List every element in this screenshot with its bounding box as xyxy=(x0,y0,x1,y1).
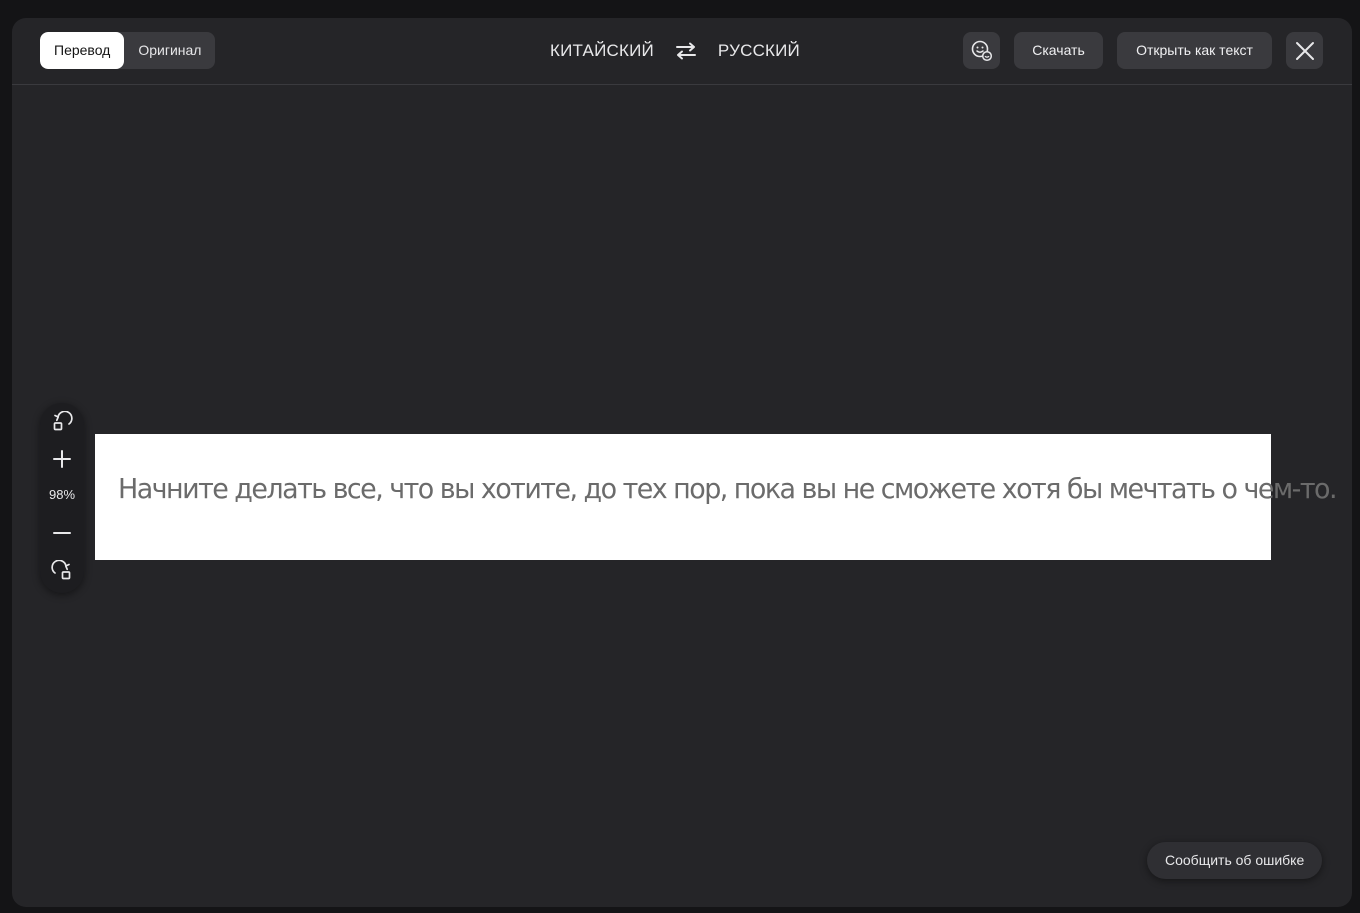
close-icon xyxy=(1295,41,1314,60)
zoom-controls: 98% xyxy=(40,403,84,593)
zoom-level: 98% xyxy=(48,487,76,502)
rotate-right-icon xyxy=(51,560,71,580)
source-language-button[interactable]: КИТАЙСКИЙ xyxy=(550,41,654,61)
viewer-header: Перевод Оригинал КИТАЙСКИЙ РУССКИЙ Скача… xyxy=(12,18,1352,85)
view-mode-switch: Перевод Оригинал xyxy=(40,32,216,69)
tab-original[interactable]: Оригинал xyxy=(124,32,215,69)
download-button[interactable]: Скачать xyxy=(1014,32,1103,69)
feedback-button[interactable] xyxy=(963,32,1000,69)
close-button[interactable] xyxy=(1286,32,1323,69)
open-as-text-button[interactable]: Открыть как текст xyxy=(1117,32,1272,69)
report-error-button[interactable]: Сообщить об ошибке xyxy=(1147,842,1323,879)
translated-text: Начните делать все, что вы хотите, до те… xyxy=(118,472,1338,505)
rotate-left-button[interactable] xyxy=(40,407,84,437)
zoom-out-button[interactable] xyxy=(40,518,84,548)
swap-arrows-icon xyxy=(675,42,696,59)
minus-icon xyxy=(53,532,71,534)
rotate-right-button[interactable] xyxy=(40,556,84,586)
zoom-in-button[interactable] xyxy=(40,444,84,474)
rotate-left-icon xyxy=(53,411,73,431)
language-pair: КИТАЙСКИЙ РУССКИЙ xyxy=(550,32,800,69)
smile-feedback-icon xyxy=(971,40,992,61)
plus-icon xyxy=(53,450,71,468)
translated-document-page: Начните делать все, что вы хотите, до те… xyxy=(95,434,1338,560)
tab-translation[interactable]: Перевод xyxy=(40,32,125,69)
target-language-button[interactable]: РУССКИЙ xyxy=(718,41,800,61)
translation-viewer-window: Перевод Оригинал КИТАЙСКИЙ РУССКИЙ Скача… xyxy=(12,18,1352,907)
swap-languages-button[interactable] xyxy=(654,32,718,69)
